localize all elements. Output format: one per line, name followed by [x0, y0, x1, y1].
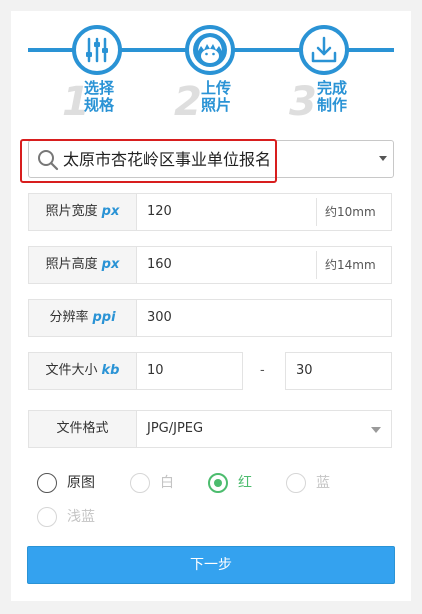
- width-label: 照片宽度 px: [28, 193, 137, 231]
- step-2-circle: [185, 25, 235, 75]
- width-row: 照片宽度 px 120 约10mm: [28, 193, 392, 231]
- dpi-label: 分辨率 ppi: [28, 299, 137, 337]
- filesize-unit: kb: [101, 363, 120, 378]
- format-row: 文件格式 JPG/JPEG: [28, 410, 392, 448]
- step-1-label-line1: 选择: [84, 79, 115, 97]
- radio-circle[interactable]: [130, 473, 150, 493]
- width-label-text: 照片宽度: [45, 204, 98, 219]
- step-1-circle: [72, 25, 122, 75]
- step-1-label-line2: 规格: [84, 96, 115, 114]
- height-mm-hint: 约14mm: [325, 258, 376, 272]
- format-label-text: 文件格式: [56, 421, 109, 436]
- filesize-max-input[interactable]: 30: [285, 352, 392, 390]
- radio-circle[interactable]: [208, 473, 228, 493]
- chevron-down-icon[interactable]: [371, 427, 381, 433]
- radio-circle[interactable]: [37, 507, 57, 527]
- bg-option-blue-label: 蓝: [316, 475, 330, 491]
- filesize-separator: -: [260, 363, 265, 378]
- face-icon: [193, 33, 227, 67]
- filesize-label-text: 文件大小: [45, 363, 98, 378]
- width-mm-hint: 约10mm: [325, 205, 376, 219]
- step-3-circle: [299, 25, 349, 75]
- radio-circle[interactable]: [286, 473, 306, 493]
- height-label: 照片高度 px: [28, 246, 137, 284]
- step-2-label-line1: 上传: [201, 79, 232, 97]
- next-step-button[interactable]: 下一步: [27, 546, 395, 584]
- chevron-down-icon[interactable]: [379, 156, 387, 161]
- step-2-label-line2: 照片: [201, 96, 232, 114]
- download-icon: [311, 36, 337, 63]
- format-select[interactable]: JPG/JPEG: [136, 410, 392, 448]
- radio-circle[interactable]: [37, 473, 57, 493]
- dpi-label-text: 分辨率: [49, 310, 89, 325]
- dpi-unit: ppi: [92, 310, 116, 325]
- height-row: 照片高度 px 160 约14mm: [28, 246, 392, 284]
- sliders-icon: [86, 37, 108, 63]
- filesize-row: 文件大小 kb 10 - 30: [28, 352, 392, 390]
- filesize-label: 文件大小 kb: [28, 352, 137, 390]
- search-highlight-box: [20, 139, 277, 183]
- width-unit: px: [101, 204, 120, 219]
- bg-option-original-label: 原图: [67, 475, 95, 491]
- bg-option-light-blue-label: 浅蓝: [67, 509, 95, 525]
- dpi-row: 分辨率 ppi 300: [28, 299, 392, 337]
- step-3-label-line1: 完成: [317, 79, 348, 97]
- filesize-min-input[interactable]: 10: [136, 352, 243, 390]
- bg-option-red-label: 红: [238, 475, 252, 491]
- height-divider: [316, 251, 317, 279]
- step-3-number: 3: [289, 79, 317, 125]
- height-unit: px: [101, 257, 120, 272]
- step-1-label: 选择 规格: [84, 80, 118, 114]
- step-2-number: 2: [174, 79, 202, 125]
- dpi-input[interactable]: 300: [136, 299, 392, 337]
- height-label-text: 照片高度: [45, 257, 98, 272]
- width-divider: [316, 198, 317, 226]
- format-label: 文件格式: [28, 410, 137, 448]
- bg-option-white-label: 白: [160, 475, 174, 491]
- step-3-label: 完成 制作: [317, 80, 351, 114]
- step-2-label: 上传 照片: [201, 80, 235, 114]
- step-3-label-line2: 制作: [317, 96, 348, 114]
